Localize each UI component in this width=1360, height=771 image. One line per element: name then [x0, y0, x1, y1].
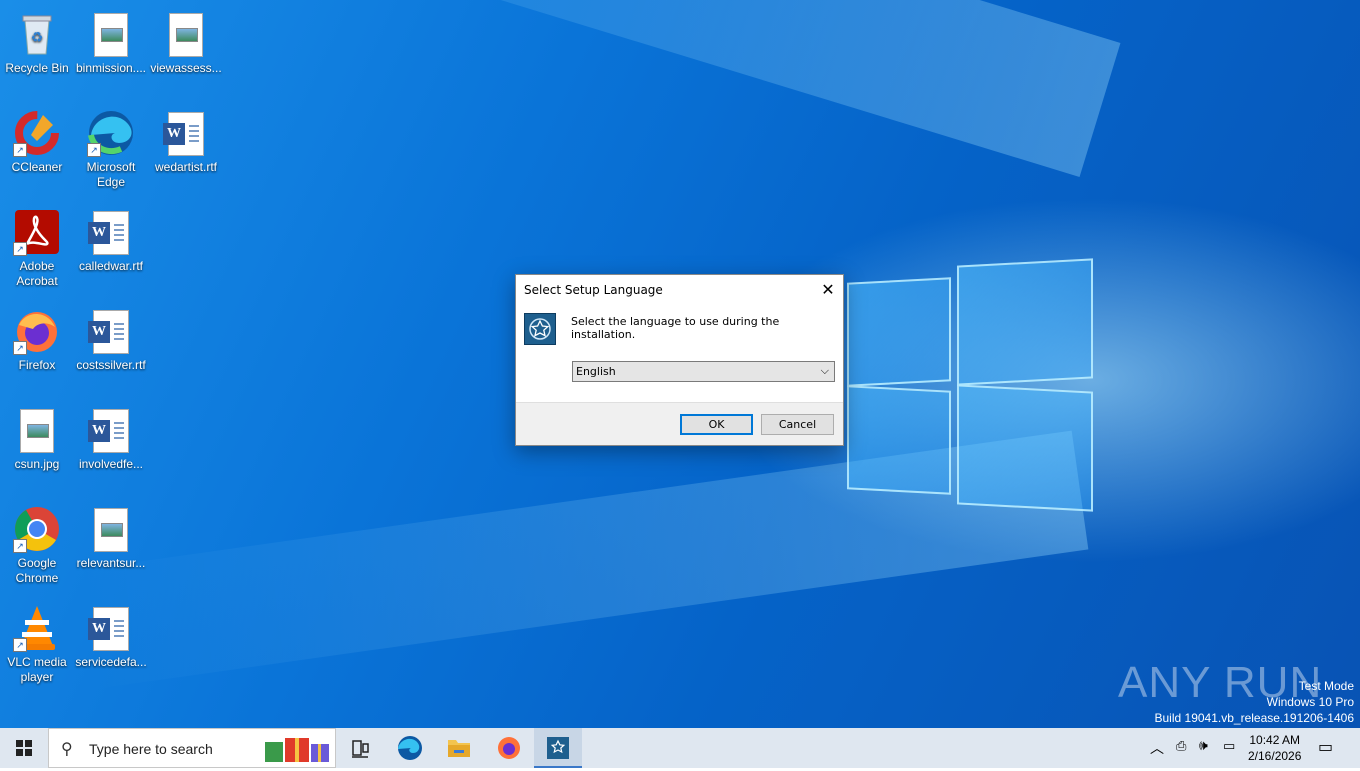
word-document-icon: W	[163, 112, 204, 156]
image-file-icon	[20, 409, 54, 453]
shortcut-arrow-icon: ↗	[87, 143, 101, 157]
desktop-icon-vlc[interactable]: ↗ VLC media player	[1, 598, 73, 685]
watermark-line: Build 19041.vb_release.191206-1406	[1154, 711, 1355, 725]
icon-label: VLC media player	[7, 655, 67, 684]
dialog-title: Select Setup Language	[524, 283, 663, 297]
clock-time: 10:42 AM	[1249, 733, 1301, 747]
network-icon[interactable]: ⎙	[1176, 739, 1186, 754]
windows-logo-wallpaper	[845, 258, 1095, 513]
word-document-icon: W	[88, 310, 129, 354]
installer-icon	[524, 313, 556, 345]
desktop[interactable]: ♻ Recycle Bin ↗ CCleaner ↗ Adobe Acrobat…	[0, 0, 1360, 728]
image-file-icon	[94, 13, 128, 57]
cancel-button[interactable]: Cancel	[761, 414, 834, 435]
clock[interactable]: 10:42 AM 2/16/2026	[1248, 732, 1301, 764]
desktop-icon-viewassess[interactable]: viewassess...	[150, 4, 222, 76]
desktop-icon-relevantsur[interactable]: relevantsur...	[75, 499, 147, 571]
image-file-icon	[94, 508, 128, 552]
search-placeholder: Type here to search	[89, 741, 213, 757]
windows-start-icon	[16, 740, 32, 756]
chevron-up-icon[interactable]: ︿	[1150, 738, 1164, 758]
icon-label: Adobe Acrobat	[16, 259, 58, 288]
dialog-message: Select the language to use during the in…	[571, 315, 780, 341]
icon-label: csun.jpg	[14, 457, 60, 471]
icon-label: costssilver.rtf	[76, 358, 146, 372]
language-select[interactable]: English ⌵	[572, 361, 835, 382]
taskbar-setup-installer[interactable]	[534, 728, 582, 768]
light-beam	[142, 0, 1121, 177]
desktop-icon-ccleaner[interactable]: ↗ CCleaner	[1, 103, 73, 175]
firefox-icon	[498, 737, 520, 759]
word-document-icon: W	[88, 607, 129, 651]
icon-label: involvedfe...	[78, 457, 144, 471]
icon-label: viewassess...	[150, 61, 222, 75]
taskbar-firefox[interactable]	[485, 728, 533, 768]
icon-label: relevantsur...	[76, 556, 146, 570]
folder-icon	[448, 740, 470, 757]
shortcut-arrow-icon: ↗	[13, 242, 27, 256]
desktop-icon-binmission[interactable]: binmission....	[75, 4, 147, 76]
dialog-titlebar[interactable]: Select Setup Language ✕	[516, 275, 843, 305]
taskbar: ⚲ Type here to search ︿ ⎙ 🕪 ▭ 10:42 AM 2…	[0, 728, 1360, 768]
icon-label: Recycle Bin	[5, 61, 69, 75]
shortcut-arrow-icon: ↗	[13, 539, 27, 553]
taskbar-search-box[interactable]: ⚲ Type here to search	[48, 728, 336, 768]
desktop-icon-recycle-bin[interactable]: ♻ Recycle Bin	[1, 4, 73, 76]
close-icon[interactable]: ✕	[813, 275, 843, 305]
word-document-icon: W	[88, 409, 129, 453]
volume-icon[interactable]: 🕪	[1199, 738, 1208, 754]
desktop-icon-wedartist[interactable]: W wedartist.rtf	[150, 103, 222, 175]
task-view-icon	[352, 740, 369, 758]
desktop-icon-calledwar[interactable]: W calledwar.rtf	[75, 202, 147, 274]
watermark-line: Test Mode	[1298, 679, 1354, 693]
taskbar-file-explorer[interactable]	[435, 728, 483, 768]
ok-button[interactable]: OK	[680, 414, 753, 435]
desktop-icon-csun-jpg[interactable]: csun.jpg	[1, 400, 73, 472]
desktop-icon-microsoft-edge[interactable]: ↗ Microsoft Edge	[75, 103, 147, 190]
icon-label: Google Chrome	[15, 556, 59, 585]
test-mode-watermark: Test Mode Windows 10 Pro Build 19041.vb_…	[1155, 678, 1355, 726]
recycle-bin-icon: ♻	[22, 15, 52, 55]
dialog-footer: OK Cancel	[516, 402, 843, 445]
language-select-value: English	[576, 365, 616, 378]
search-icon: ⚲	[61, 739, 73, 758]
edge-icon	[398, 736, 422, 760]
desktop-icon-servicedefa[interactable]: W servicedefa...	[75, 598, 147, 670]
desktop-icon-costssilver[interactable]: W costssilver.rtf	[75, 301, 147, 373]
desktop-icon-adobe-acrobat[interactable]: ↗ Adobe Acrobat	[1, 202, 73, 289]
gifts-highlight-icon	[265, 738, 329, 762]
svg-text:♻: ♻	[31, 29, 44, 45]
icon-label: CCleaner	[11, 160, 63, 174]
icon-label: Firefox	[18, 358, 56, 372]
icon-label: binmission....	[75, 61, 147, 75]
taskbar-task-view[interactable]	[336, 728, 384, 768]
shortcut-arrow-icon: ↗	[13, 143, 27, 157]
desktop-icon-involvedfe[interactable]: W involvedfe...	[75, 400, 147, 472]
dialog-body: Select the language to use during the in…	[516, 305, 843, 403]
icon-label: calledwar.rtf	[78, 259, 144, 273]
word-document-icon: W	[88, 211, 129, 255]
desktop-icon-firefox[interactable]: ↗ Firefox	[1, 301, 73, 373]
icon-label: servicedefa...	[75, 655, 147, 669]
display-icon[interactable]: ▭	[1223, 739, 1235, 754]
icon-label: wedartist.rtf	[154, 160, 217, 174]
icon-label: Microsoft Edge	[86, 160, 136, 189]
select-setup-language-dialog: Select Setup Language ✕ Select the langu…	[515, 274, 844, 446]
shortcut-arrow-icon: ↗	[13, 341, 27, 355]
clock-date: 2/16/2026	[1248, 749, 1302, 763]
image-file-icon	[169, 13, 203, 57]
taskbar-edge[interactable]	[386, 728, 434, 768]
watermark-line: Windows 10 Pro	[1266, 695, 1354, 709]
chevron-down-icon: ⌵	[820, 364, 829, 377]
notifications-icon[interactable]: ▭	[1318, 737, 1333, 756]
installer-icon	[547, 737, 569, 759]
desktop-icon-google-chrome[interactable]: ↗ Google Chrome	[1, 499, 73, 586]
start-button[interactable]	[0, 728, 48, 768]
shortcut-arrow-icon: ↗	[13, 638, 27, 652]
